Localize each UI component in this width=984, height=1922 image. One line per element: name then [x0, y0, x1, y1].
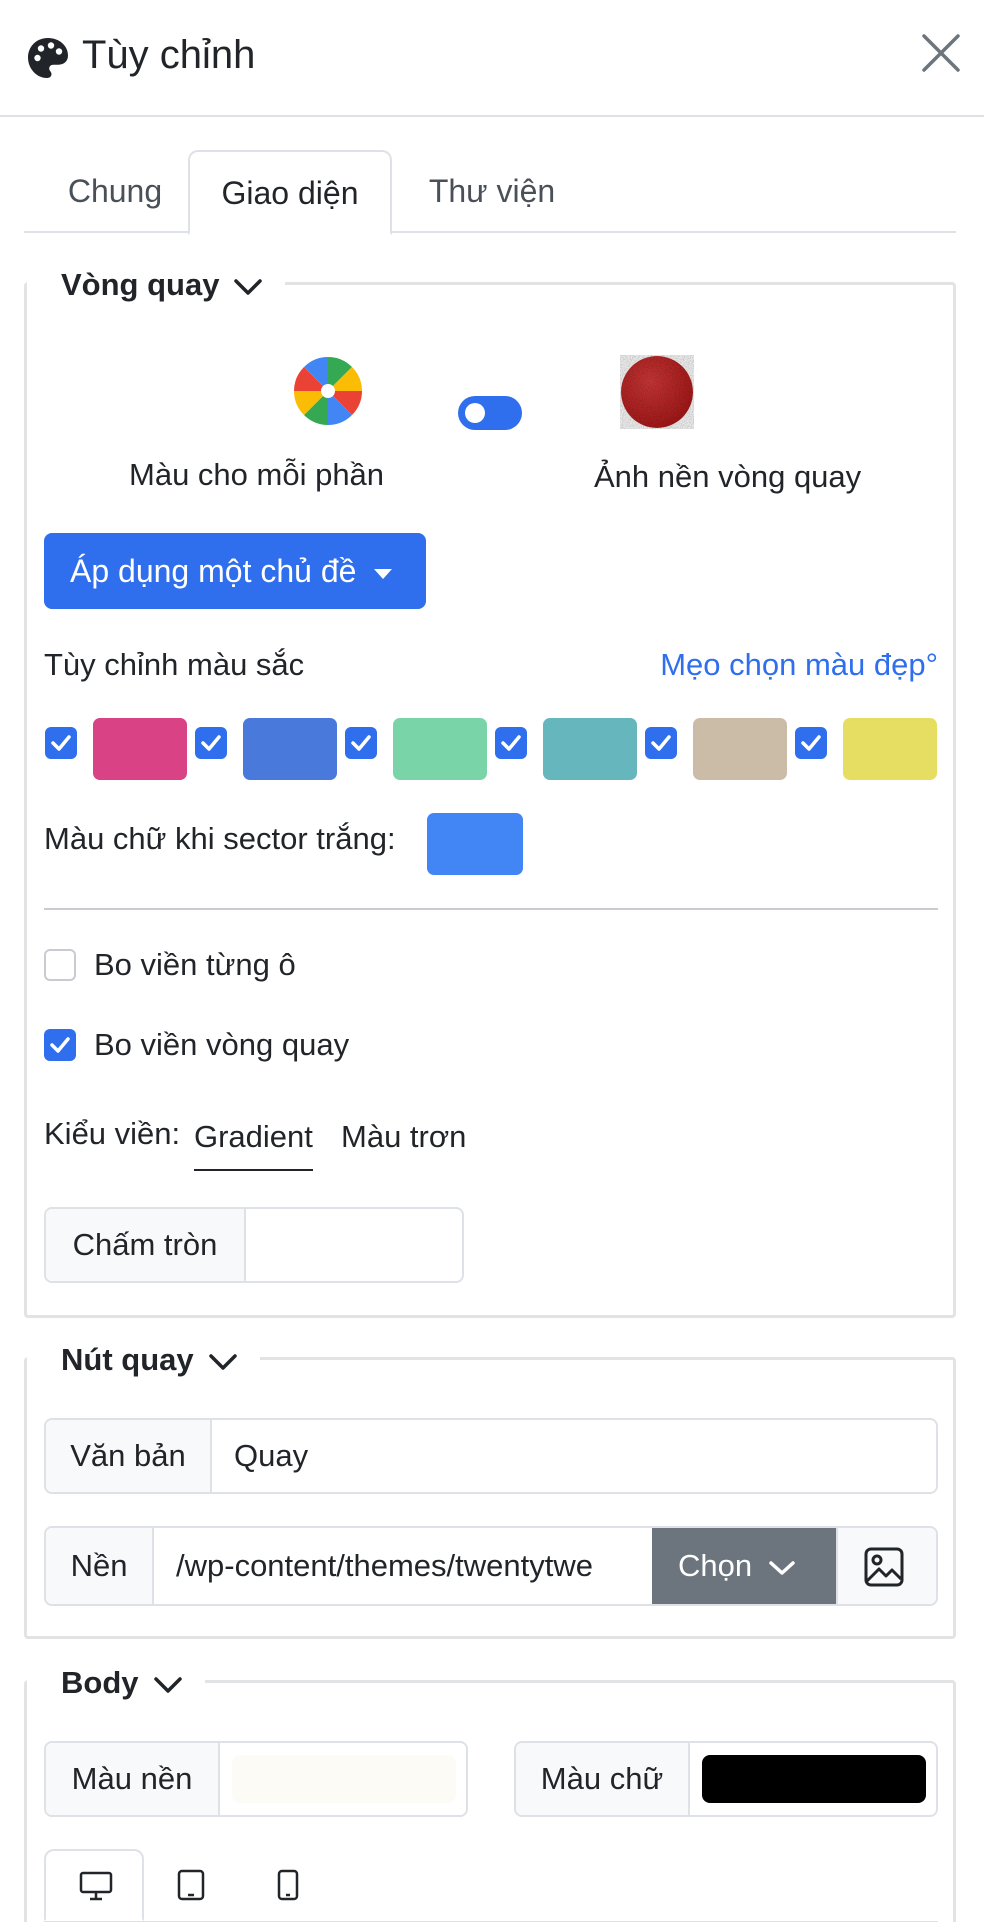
- dots-input[interactable]: [246, 1209, 462, 1281]
- image-icon: [864, 1547, 904, 1587]
- settings-tabs: Chung Giao diện Thư viện: [24, 150, 956, 235]
- spin-bg-input-group: Nền /wp-content/themes/twentytwe Chọn: [44, 1526, 938, 1606]
- color-swatch[interactable]: [393, 718, 487, 780]
- body-text-color-group: Màu chữ: [514, 1741, 938, 1817]
- modal-header: Tùy chỉnh: [0, 0, 984, 117]
- check-icon: [651, 735, 671, 751]
- body-section-title: Body: [61, 1665, 139, 1700]
- color-swatch[interactable]: [543, 718, 637, 780]
- swatch-checkbox[interactable]: [45, 727, 77, 759]
- divider: [44, 908, 938, 910]
- dots-label: Chấm tròn: [46, 1209, 246, 1281]
- spin-text-label: Văn bản: [46, 1420, 212, 1492]
- spin-text-input[interactable]: Quay: [212, 1420, 936, 1492]
- mode-color-label: Màu cho mỗi phần: [129, 457, 385, 492]
- swatch-checkbox[interactable]: [495, 727, 527, 759]
- chevron-down-icon: [234, 279, 263, 295]
- color-swatch[interactable]: [693, 718, 787, 780]
- dots-input-group: Chấm tròn: [44, 1207, 464, 1283]
- border-wheel-checkbox[interactable]: [44, 1029, 76, 1061]
- body-section-legend[interactable]: Body: [27, 1657, 205, 1709]
- body-text-color-label: Màu chữ: [516, 1743, 690, 1815]
- body-text-color-swatch[interactable]: [702, 1755, 926, 1803]
- swatch-checkbox[interactable]: [345, 727, 377, 759]
- color-swatch[interactable]: [93, 718, 187, 780]
- spin-text-input-group: Văn bản Quay: [44, 1418, 938, 1494]
- spin-bg-input[interactable]: /wp-content/themes/twentytwe: [154, 1528, 652, 1604]
- check-icon: [801, 735, 821, 751]
- wheel-mode-toggle[interactable]: [458, 396, 522, 430]
- color-swatches: [27, 718, 959, 782]
- border-style-solid-tab[interactable]: Màu trơn: [341, 1117, 466, 1157]
- check-icon: [51, 735, 71, 751]
- wheel-section-legend[interactable]: Vòng quay: [27, 259, 286, 311]
- palette-icon: [28, 38, 68, 78]
- mobile-icon: [277, 1869, 299, 1901]
- check-icon: [201, 735, 221, 751]
- color-wheel-icon[interactable]: [292, 355, 364, 427]
- spin-button-section-legend[interactable]: Nút quay: [27, 1334, 260, 1386]
- swatch-checkbox[interactable]: [195, 727, 227, 759]
- tab-desktop[interactable]: [44, 1849, 144, 1921]
- wheel-section: Vòng quay Màu cho mỗi phần Ảnh nền vòng …: [24, 259, 959, 1318]
- swatch-checkbox[interactable]: [645, 727, 677, 759]
- swatch-checkbox[interactable]: [795, 727, 827, 759]
- apply-theme-label: Áp dụng một chủ đề: [70, 553, 357, 589]
- check-icon: [351, 735, 371, 751]
- spin-button-section: Nút quay Văn bản Quay Nền /wp-content/th…: [24, 1334, 956, 1639]
- chevron-down-icon: [208, 1354, 237, 1370]
- white-sector-text-label: Màu chữ khi sector trắng:: [44, 821, 396, 856]
- toggle-knob: [465, 403, 485, 423]
- color-swatch[interactable]: [243, 718, 337, 780]
- spin-button-section-title: Nút quay: [61, 1342, 194, 1377]
- device-tabs: [44, 1849, 938, 1922]
- white-sector-text-color[interactable]: [427, 813, 523, 875]
- tablet-icon: [177, 1869, 205, 1901]
- chevron-down-icon: [769, 1561, 795, 1575]
- check-icon: [50, 1037, 70, 1053]
- wheel-section-title: Vòng quay: [61, 267, 220, 302]
- custom-color-label: Tùy chỉnh màu sắc: [44, 647, 305, 682]
- caret-down-icon: [374, 568, 393, 579]
- spin-bg-label: Nền: [46, 1528, 154, 1604]
- choose-label: Chọn: [678, 1548, 753, 1583]
- check-icon: [501, 735, 521, 751]
- tab-mobile[interactable]: [244, 1849, 344, 1921]
- body-section: Body Màu nền Màu chữ: [24, 1657, 956, 1922]
- modal-title: Tùy chỉnh: [82, 33, 256, 77]
- tab-appearance[interactable]: Giao diện: [188, 150, 392, 235]
- body-bg-color-swatch[interactable]: [232, 1755, 456, 1803]
- apply-theme-button[interactable]: Áp dụng một chủ đề: [44, 533, 426, 609]
- border-style-gradient-tab[interactable]: Gradient: [194, 1117, 313, 1171]
- chevron-down-icon: [153, 1677, 182, 1693]
- border-each-checkbox[interactable]: [44, 949, 76, 981]
- image-picker-button[interactable]: [836, 1528, 936, 1604]
- tab-general[interactable]: Chung: [32, 150, 198, 233]
- tab-library[interactable]: Thư viện: [404, 150, 580, 233]
- wheel-background-image-icon[interactable]: [620, 355, 694, 429]
- border-each-label: Bo viền từng ô: [94, 947, 296, 982]
- color-tips-link[interactable]: Mẹo chọn màu đẹp°: [660, 645, 938, 685]
- desktop-icon: [79, 1871, 113, 1901]
- body-bg-color-label: Màu nền: [46, 1743, 220, 1815]
- body-bg-color-group: Màu nền: [44, 1741, 468, 1817]
- border-style-label: Kiểu viền:: [44, 1116, 181, 1151]
- border-wheel-label: Bo viền vòng quay: [94, 1027, 350, 1062]
- tab-tablet[interactable]: [144, 1849, 244, 1921]
- close-icon[interactable]: [918, 30, 964, 76]
- choose-dropdown-button[interactable]: Chọn: [652, 1528, 836, 1604]
- mode-image-label: Ảnh nền vòng quay: [594, 459, 862, 494]
- color-swatch[interactable]: [843, 718, 937, 780]
